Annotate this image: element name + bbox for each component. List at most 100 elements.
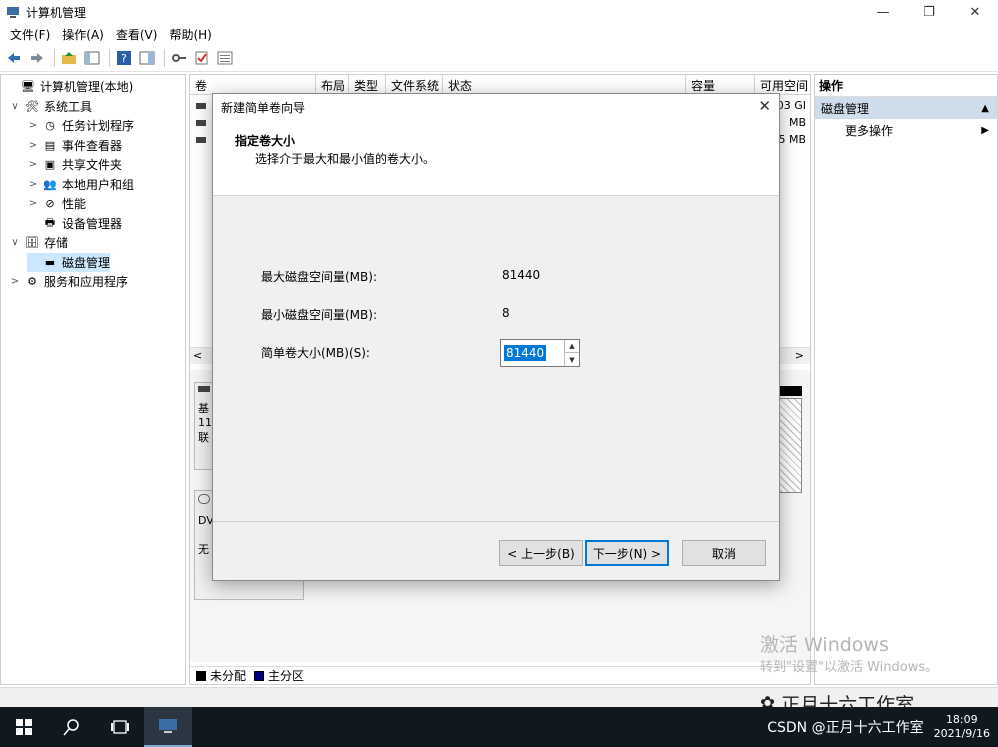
clock-date: 2021/9/16 <box>933 727 990 740</box>
action-more-actions[interactable]: 更多操作 ▶ <box>815 119 997 141</box>
volume-free-space: MB <box>788 116 806 129</box>
action-disk-management[interactable]: 磁盘管理 ▲ <box>815 97 997 119</box>
no-icon: ⊘ <box>45 197 55 210</box>
properties-pane-icon[interactable] <box>137 48 157 68</box>
key-icon[interactable] <box>169 48 189 68</box>
tree-item[interactable]: > ⊘ 性能 <box>27 194 86 213</box>
spin-up-icon[interactable]: ▲ <box>564 340 579 353</box>
column-layout[interactable]: 布局 <box>316 75 349 95</box>
back-arrow-icon[interactable] <box>4 48 24 68</box>
task-view-icon[interactable] <box>96 707 144 747</box>
activation-watermark-text: 转到"设置"以激活 Windows。 <box>760 660 939 675</box>
help-icon[interactable]: ? <box>114 48 134 68</box>
restore-button[interactable]: ❐ <box>906 0 952 24</box>
tree-item-label: 共享文件夹 <box>62 158 123 172</box>
volume-row[interactable] <box>196 99 210 113</box>
computer-management-taskbar-icon[interactable] <box>144 707 192 747</box>
actions-pane: 操作 磁盘管理 ▲ 更多操作 ▶ <box>814 74 998 685</box>
window-title: 计算机管理 <box>26 5 87 20</box>
disk-icon <box>198 386 210 392</box>
tools-icon: 🛠 <box>25 99 39 113</box>
close-button[interactable]: ✕ <box>952 0 998 24</box>
cancel-button[interactable]: 取消 <box>682 540 766 566</box>
column-type[interactable]: 类型 <box>349 75 386 95</box>
min-space-label: 最小磁盘空间量(MB): <box>261 308 377 322</box>
dialog-separator <box>213 521 779 522</box>
tree-item-label: 服务和应用程序 <box>44 275 129 289</box>
tree-item[interactable]: > ◷ 任务计划程序 <box>27 116 134 135</box>
scroll-right-icon[interactable]: > <box>795 349 804 362</box>
dialog-heading: 指定卷大小 <box>235 134 296 148</box>
clock[interactable]: 18:09 2021/9/16 <box>934 713 990 741</box>
navigation-tree: 🖥 计算机管理(本地) ∨ 🛠 系统工具 > ◷ 任务计划程序 > ▤ 事件查看器 > ▣ 共享文件夹 > 👥… <box>0 74 186 685</box>
chevron-down-icon[interactable]: ∨ <box>9 237 21 248</box>
chevron-right-icon[interactable]: > <box>27 198 39 209</box>
tree-item-label: 磁盘管理 <box>62 255 111 270</box>
computer-mgmt-icon: 🖥 <box>21 80 35 93</box>
actions-header: 操作 <box>815 75 997 97</box>
tree-item[interactable]: > ⚙ 服务和应用程序 <box>9 272 128 291</box>
windows-logo-icon <box>16 719 32 735</box>
volume-size-spinner[interactable]: 81440 ▲ ▼ <box>500 339 580 367</box>
menu-view[interactable]: 查看(V) <box>110 26 164 43</box>
users-icon: 👥 <box>43 177 57 191</box>
column-filesystem[interactable]: 文件系统 <box>386 75 443 95</box>
toolbar-separator <box>109 48 110 67</box>
tree-item-label: 性能 <box>62 197 87 211</box>
scroll-left-icon[interactable]: < <box>193 349 202 362</box>
column-status[interactable]: 状态 <box>443 75 686 95</box>
tree-item[interactable]: > ▣ 共享文件夹 <box>27 155 122 174</box>
chevron-right-icon[interactable]: > <box>27 140 39 151</box>
collapse-up-icon[interactable]: ▲ <box>981 103 989 114</box>
toolbar-separator <box>54 48 55 67</box>
start-button[interactable] <box>0 707 48 747</box>
max-space-label: 最大磁盘空间量(MB): <box>261 270 377 284</box>
cdrom-icon <box>198 494 210 504</box>
forward-arrow-icon[interactable] <box>27 48 47 68</box>
chevron-right-icon[interactable]: > <box>27 179 39 190</box>
back-button[interactable]: < 上一步(B) <box>499 540 583 566</box>
tree-item[interactable]: 🖥 计算机管理(本地) <box>5 77 133 96</box>
tree-item[interactable]: ▬ 磁盘管理 <box>27 252 111 272</box>
chevron-down-icon[interactable]: ∨ <box>9 101 21 112</box>
checkmark-doc-icon[interactable] <box>192 48 212 68</box>
dialog-subheading: 选择介于最大和最小值的卷大小。 <box>255 152 436 166</box>
svg-text:?: ? <box>121 52 127 65</box>
minimize-button[interactable]: — <box>860 0 906 24</box>
column-capacity[interactable]: 容量 <box>686 75 755 95</box>
menu-action[interactable]: 操作(A) <box>56 26 110 43</box>
tree-item[interactable]: > 👥 本地用户和组 <box>27 175 134 194</box>
column-volume[interactable]: 卷 <box>190 75 316 95</box>
tree-item[interactable]: ∨ 🛠 系统工具 <box>9 97 92 116</box>
list-view-icon[interactable] <box>215 48 235 68</box>
chevron-right-icon[interactable]: > <box>27 159 39 170</box>
volume-size-input[interactable]: 81440 <box>504 345 547 361</box>
column-free-space[interactable]: 可用空间 <box>755 75 810 95</box>
menu-help[interactable]: 帮助(H) <box>163 26 217 43</box>
taskbar: CSDN @正月十六工作室 18:09 2021/9/16 <box>0 707 998 747</box>
title-bar: 计算机管理 — ❐ ✕ <box>0 0 998 24</box>
tree-item[interactable]: ∨ 🗄 存储 <box>9 233 68 252</box>
chevron-right-icon[interactable]: > <box>9 276 21 287</box>
dialog-close-icon[interactable]: ✕ <box>758 97 771 115</box>
storage-icon: 🗄 <box>25 236 39 249</box>
search-icon[interactable] <box>48 707 96 747</box>
volume-row[interactable] <box>196 133 210 147</box>
toolbar-separator <box>164 48 165 67</box>
show-hide-tree-icon[interactable] <box>82 48 102 68</box>
spin-down-icon[interactable]: ▼ <box>564 353 579 366</box>
tree-item-label: 任务计划程序 <box>62 119 135 133</box>
action-disk-management-label: 磁盘管理 <box>821 101 870 116</box>
unallocated-swatch <box>196 670 206 681</box>
tree-item[interactable]: 🖶 设备管理器 <box>27 214 122 233</box>
volume-row[interactable] <box>196 116 210 130</box>
next-button[interactable]: 下一步(N) > <box>585 540 669 566</box>
up-folder-icon[interactable] <box>59 48 79 68</box>
clock-icon: ◷ <box>45 119 55 132</box>
chevron-right-icon[interactable]: > <box>27 120 39 131</box>
tree-item[interactable]: > ▤ 事件查看器 <box>27 136 122 155</box>
menu-file[interactable]: 文件(F) <box>4 26 56 43</box>
computer-management-icon <box>6 5 20 19</box>
toolbar: ? <box>0 44 998 72</box>
event-icon: ▤ <box>44 138 56 152</box>
